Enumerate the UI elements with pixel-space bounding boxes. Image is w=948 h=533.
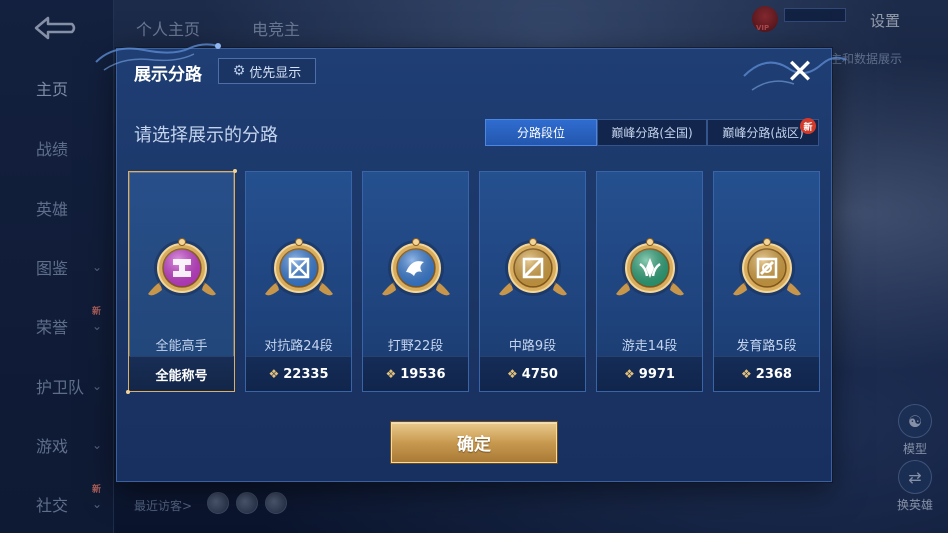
priority-display-button[interactable]: ⚙ 优先显示 bbox=[218, 58, 316, 84]
selection-corner-dot bbox=[233, 169, 237, 173]
route-rank-label: 中路9段 bbox=[508, 339, 557, 354]
peak-points-icon: ❖ bbox=[268, 367, 280, 381]
peak-points-icon: ❖ bbox=[624, 367, 635, 381]
route-rank-label: 打野22段 bbox=[387, 339, 444, 354]
route-rank-label: 全能高手 bbox=[155, 339, 208, 354]
segment-lane-rank[interactable]: 分路段位 bbox=[485, 119, 597, 146]
segment-peak-national[interactable]: 巅峰分路(全国) bbox=[597, 119, 707, 146]
route-card[interactable]: 中路9段 ❖ 4750 bbox=[479, 171, 586, 392]
priority-display-label: 优先显示 bbox=[249, 65, 302, 81]
route-card-footer: ❖ 22335 bbox=[246, 356, 351, 391]
dialog-subtitle: 请选择展示的分路 bbox=[134, 125, 278, 146]
jungle-icon bbox=[381, 238, 450, 296]
clash-lane-icon bbox=[264, 238, 333, 296]
peak-points-icon: ❖ bbox=[507, 367, 518, 381]
new-badge: 新 bbox=[800, 118, 816, 134]
route-card-footer: ❖ 9971 bbox=[597, 356, 702, 391]
dialog-title: 展示分路 bbox=[134, 65, 202, 85]
all-round-master-icon bbox=[147, 238, 216, 296]
route-card[interactable]: 游走14段 ❖ 9971 bbox=[596, 171, 703, 392]
route-points-value: 4750 bbox=[521, 366, 558, 382]
roam-icon bbox=[615, 238, 684, 296]
route-rank-label: 发育路5段 bbox=[736, 339, 797, 354]
route-title-label: 全能称号 bbox=[155, 368, 208, 384]
close-button[interactable]: ✕ bbox=[782, 54, 818, 90]
route-points-value: 9971 bbox=[638, 366, 675, 382]
farm-lane-icon bbox=[732, 238, 801, 296]
route-card-footer: ❖ 4750 bbox=[480, 356, 585, 391]
route-card-footer: 全能称号 bbox=[129, 356, 234, 391]
peak-points-icon: ❖ bbox=[385, 367, 397, 381]
route-points-value: 2368 bbox=[755, 366, 792, 382]
route-points-value: 22335 bbox=[283, 366, 329, 382]
close-icon: ✕ bbox=[785, 52, 815, 92]
route-rank-label: 游走14段 bbox=[621, 339, 678, 354]
selection-corner-dot bbox=[126, 390, 130, 394]
route-card[interactable]: 全能高手 全能称号 bbox=[126, 169, 237, 394]
route-rank-label: 对抗路24段 bbox=[264, 339, 333, 354]
gear-icon: ⚙ bbox=[232, 63, 246, 79]
route-card[interactable]: 打野22段 ❖ 19536 bbox=[362, 171, 469, 392]
route-points-value: 19536 bbox=[400, 366, 446, 382]
route-card-footer: ❖ 2368 bbox=[714, 356, 819, 391]
route-card[interactable]: 发育路5段 ❖ 2368 bbox=[713, 171, 820, 392]
confirm-button[interactable]: 确定 bbox=[391, 422, 557, 463]
mid-lane-icon bbox=[498, 238, 567, 296]
peak-points-icon: ❖ bbox=[741, 367, 752, 381]
route-card[interactable]: 对抗路24段 ❖ 22335 bbox=[245, 171, 352, 392]
route-card-footer: ❖ 19536 bbox=[363, 356, 468, 391]
